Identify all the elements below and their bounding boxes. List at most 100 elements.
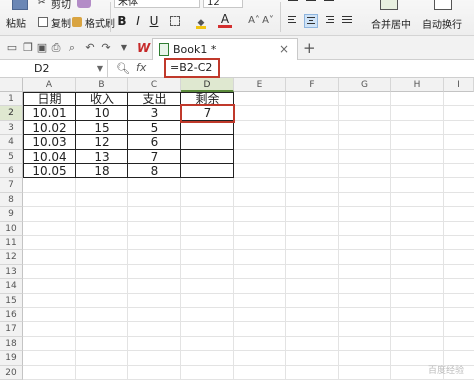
paste-button[interactable]: 粘贴 [4, 0, 34, 36]
copy-label: 复制 [51, 18, 71, 30]
gridline [23, 191, 474, 193]
align-center-button[interactable] [304, 14, 318, 28]
row-header-4[interactable]: 4 [0, 135, 23, 150]
table-cell[interactable]: 10.01 [23, 106, 76, 120]
row-header-1[interactable]: 1 [0, 92, 23, 107]
table-border [127, 92, 128, 179]
italic-button[interactable]: I [132, 14, 144, 28]
font-name-select[interactable]: 宋体 [114, 0, 200, 8]
table-cell[interactable] [181, 135, 234, 149]
column-header-a[interactable]: A [23, 78, 76, 92]
column-header-d[interactable]: D [181, 78, 234, 92]
bold-button[interactable]: B [116, 14, 128, 28]
column-header-i[interactable]: I [444, 78, 474, 92]
row-header-8[interactable]: 8 [0, 192, 23, 208]
table-border [23, 92, 234, 93]
wrap-text-button[interactable]: 自动换行 [418, 0, 470, 36]
table-cell[interactable]: 10.05 [23, 164, 76, 178]
header-cell[interactable]: 支出 [128, 92, 181, 106]
table-cell[interactable]: 10.02 [23, 121, 76, 135]
table-cell[interactable]: 7 [128, 150, 181, 164]
cut-button[interactable]: ✂ 剪切 [38, 0, 71, 11]
row-header-20[interactable]: 20 [0, 365, 23, 380]
fx-button[interactable]: fx [136, 61, 146, 74]
spreadsheet-grid[interactable]: A B C D E F G H I 1 2 3 4 5 6 7 8 9 10 11 12 13 14 15 16 17 18 19 20… [0, 78, 474, 380]
row-header-13[interactable]: 13 [0, 264, 23, 280]
row-header-2[interactable]: 2 [0, 106, 23, 121]
row-header-19[interactable]: 19 [0, 351, 23, 366]
font-grow-button[interactable]: A˄ [248, 14, 260, 28]
close-icon[interactable]: × [279, 42, 289, 56]
magnifier-icon[interactable]: 🔍︎ [116, 62, 130, 75]
row-header-9[interactable]: 9 [0, 207, 23, 222]
new-file-icon[interactable]: ❐ [22, 42, 34, 54]
row-header-3[interactable]: 3 [0, 120, 23, 136]
print-icon[interactable]: ⎙ [50, 42, 62, 54]
justify-button[interactable] [340, 14, 354, 28]
align-middle-button[interactable] [304, 0, 318, 12]
table-cell[interactable]: 8 [128, 164, 181, 178]
merge-center-button[interactable]: 合并居中 [368, 0, 412, 36]
table-cell[interactable] [181, 121, 234, 135]
row-header-6[interactable]: 6 [0, 164, 23, 179]
font-color-button[interactable]: A [218, 13, 232, 28]
table-cell[interactable]: 15 [76, 121, 128, 135]
column-header-b[interactable]: B [76, 78, 128, 92]
column-header-f[interactable]: F [286, 78, 339, 92]
table-cell[interactable] [181, 150, 234, 164]
table-cell[interactable]: 18 [76, 164, 128, 178]
open-icon[interactable]: ▭ [6, 42, 18, 54]
save-icon[interactable]: ▣ [36, 42, 48, 54]
row-header-5[interactable]: 5 [0, 149, 23, 164]
format-painter-button[interactable]: 格式刷 [72, 15, 115, 30]
row-header-11[interactable]: 11 [0, 236, 23, 251]
font-shrink-button[interactable]: A˅ [262, 14, 274, 28]
gridline [23, 263, 474, 265]
align-bottom-button[interactable] [322, 0, 336, 12]
column-header-c[interactable]: C [128, 78, 181, 92]
fill-color-button[interactable]: ◆ [194, 14, 208, 29]
column-header-e[interactable]: E [234, 78, 286, 92]
column-header-g[interactable]: G [339, 78, 391, 92]
align-right-button[interactable] [322, 14, 336, 28]
table-cell[interactable]: 6 [128, 135, 181, 149]
header-cell[interactable]: 收入 [76, 92, 128, 106]
name-box[interactable]: D2 ▼ [0, 60, 108, 77]
customize-dropdown-icon[interactable]: ▼ [118, 42, 130, 54]
wrap-icon [434, 0, 452, 10]
row-header-10[interactable]: 10 [0, 221, 23, 236]
select-all-corner[interactable] [0, 78, 23, 92]
redo-icon[interactable]: ↷ [100, 42, 112, 54]
cell-reference: D2 [34, 62, 50, 75]
tab-book1[interactable]: Book1 * × [152, 38, 298, 60]
copy-button[interactable]: 复制 [38, 15, 71, 30]
align-left-button[interactable] [286, 14, 300, 28]
align-top-button[interactable] [286, 0, 300, 12]
table-cell[interactable]: 5 [128, 121, 181, 135]
row-header-15[interactable]: 15 [0, 293, 23, 308]
table-cell[interactable]: 12 [76, 135, 128, 149]
row-header-16[interactable]: 16 [0, 308, 23, 323]
row-header-12[interactable]: 12 [0, 250, 23, 265]
column-header-h[interactable]: H [391, 78, 444, 92]
merge-icon [380, 0, 398, 10]
copy-icon [38, 17, 48, 27]
table-cell[interactable]: 10.04 [23, 150, 76, 164]
row-header-17[interactable]: 17 [0, 322, 23, 337]
table-cell[interactable] [181, 164, 234, 178]
table-cell[interactable]: 10.03 [23, 135, 76, 149]
undo-icon[interactable]: ↶ [84, 42, 96, 54]
formula-input[interactable]: =B2-C2 [164, 58, 220, 78]
table-cell[interactable]: 10 [76, 106, 128, 120]
border-button[interactable] [168, 14, 182, 28]
row-header-7[interactable]: 7 [0, 178, 23, 193]
table-cell[interactable]: 3 [128, 106, 181, 120]
font-size-select[interactable]: 12 [203, 0, 243, 8]
header-cell[interactable]: 日期 [23, 92, 76, 106]
row-header-14[interactable]: 14 [0, 279, 23, 294]
new-tab-button[interactable]: + [303, 39, 316, 57]
row-header-18[interactable]: 18 [0, 336, 23, 352]
underline-button[interactable]: U [148, 14, 160, 28]
table-cell[interactable]: 13 [76, 150, 128, 164]
print-preview-icon[interactable]: ⌕ [66, 42, 78, 54]
